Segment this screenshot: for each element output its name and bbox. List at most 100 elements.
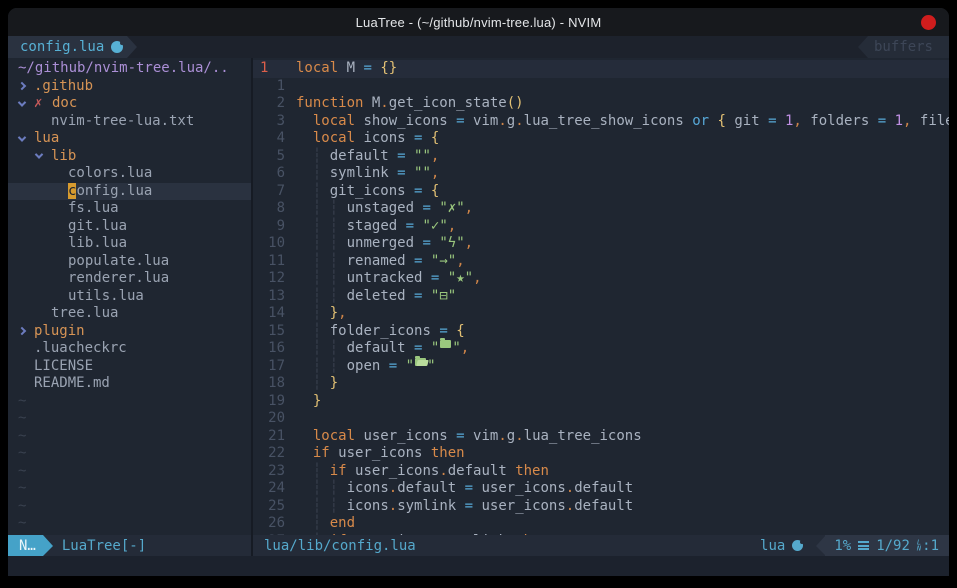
code-line[interactable]: 5 ┆ default = "", [253, 148, 949, 166]
code-token: " [452, 340, 460, 358]
code-line[interactable]: 19 } [253, 393, 949, 411]
empty-line-tilde: ~ [8, 498, 251, 516]
code-token [296, 183, 313, 201]
code-line[interactable]: 7 ┆ git_icons = { [253, 183, 949, 201]
code-token [296, 253, 313, 271]
code-line[interactable]: 4 local icons = { [253, 130, 949, 148]
code-token: 1 [785, 113, 793, 131]
code-token: open [338, 358, 389, 376]
code-token: } [330, 305, 338, 323]
code-line[interactable]: 22 if user_icons then [253, 445, 949, 463]
indent-guide: ┆ [313, 323, 321, 341]
chevron-right-icon [18, 327, 26, 335]
code-token [296, 393, 313, 411]
code-line[interactable]: 2function M.get_icon_state() [253, 95, 949, 113]
mode-indicator: N… [8, 535, 43, 556]
code-line[interactable]: 25 ┆ ┆ icons.symlink = user_icons.defaul… [253, 498, 949, 516]
statusline-separator [251, 535, 253, 556]
code-line[interactable]: 9 ┆ ┆ staged = "✓", [253, 218, 949, 236]
code-token: { [718, 113, 726, 131]
tree-item-fs.lua[interactable]: fs.lua [8, 200, 251, 218]
indent-guide: ┆ [330, 358, 338, 376]
empty-line-tilde: ~ [8, 393, 251, 411]
code-token: "" [414, 148, 431, 166]
code-line[interactable]: 12 ┆ ┆ untracked = "★", [253, 270, 949, 288]
tree-item-.luacheckrc[interactable]: .luacheckrc [8, 340, 251, 358]
code-line[interactable]: 21 local user_icons = vim.g.lua_tree_ico… [253, 428, 949, 446]
line-number: 11 [253, 253, 285, 271]
code-line[interactable]: 6 ┆ symlink = "", [253, 165, 949, 183]
tree-item-populate.lua[interactable]: populate.lua [8, 253, 251, 271]
code-line[interactable]: 1 [253, 78, 949, 96]
tree-item-label: fs.lua [68, 200, 119, 218]
tree-item-config.lua[interactable]: config.lua [8, 183, 251, 201]
code-token: unmerged [338, 235, 422, 253]
editor-pane[interactable]: 1local M = {}12function M.get_icon_state… [253, 58, 949, 535]
code-token: . [566, 498, 574, 516]
code-token [406, 165, 414, 183]
tree-item-label: tree.lua [51, 305, 118, 323]
code-line[interactable]: 20 [253, 410, 949, 428]
code-token [296, 498, 313, 516]
file-tree-pane[interactable]: ~/github/nvim-tree.lua/.. .github✗docnvi… [8, 58, 251, 535]
tree-item-doc[interactable]: ✗doc [8, 95, 251, 113]
code-line[interactable]: 24 ┆ ┆ icons.default = user_icons.defaul… [253, 480, 949, 498]
command-line[interactable] [8, 556, 949, 576]
tree-item-colors.lua[interactable]: colors.lua [8, 165, 251, 183]
tree-item-lib[interactable]: lib [8, 148, 251, 166]
code-token: local [313, 130, 355, 148]
indent-guide: ┆ [330, 480, 338, 498]
code-token: then [431, 445, 465, 463]
code-line[interactable]: 1local M = {} [253, 60, 949, 78]
tree-root-path: ~/github/nvim-tree.lua/.. [8, 60, 251, 78]
tree-item-git.lua[interactable]: git.lua [8, 218, 251, 236]
code-line[interactable]: 26 ┆ end [253, 515, 949, 533]
code-token [296, 445, 313, 463]
code-token: symlink [321, 165, 397, 183]
code-line[interactable]: 13 ┆ ┆ deleted = "⊟" [253, 288, 949, 306]
tree-item-renderer.lua[interactable]: renderer.lua [8, 270, 251, 288]
code-token: deleted [338, 288, 414, 306]
indent-guide: ┆ [313, 288, 321, 306]
code-token [422, 130, 430, 148]
code-line[interactable]: 16 ┆ ┆ default = "", [253, 340, 949, 358]
tree-item-nvim-tree-lua.txt[interactable]: nvim-tree-lua.txt [8, 113, 251, 131]
indent-guide: ┆ [313, 463, 321, 481]
line-number: 25 [253, 498, 285, 516]
code-line[interactable]: 23 ┆ if user_icons.default then [253, 463, 949, 481]
line-number: 23 [253, 463, 285, 481]
tree-item-plugin[interactable]: plugin [8, 323, 251, 341]
code-line[interactable]: 14 ┆ }, [253, 305, 949, 323]
code-line[interactable]: 3 local show_icons = vim.g.lua_tree_show… [253, 113, 949, 131]
code-token: . [566, 480, 574, 498]
tree-item-label: populate.lua [68, 253, 169, 271]
code-token: "ϟ" [439, 235, 464, 253]
code-line[interactable]: 11 ┆ ┆ renamed = "→", [253, 253, 949, 271]
code-token: unstaged [338, 200, 422, 218]
code-token [296, 358, 313, 376]
code-line[interactable]: 18 ┆ } [253, 375, 949, 393]
line-position: 1/92 [876, 538, 910, 554]
buffers-arrow-separator [858, 36, 868, 58]
line-number: 20 [253, 410, 285, 428]
close-button[interactable] [921, 15, 936, 30]
indent-guide: ┆ [330, 200, 338, 218]
code-line[interactable]: 10 ┆ ┆ unmerged = "ϟ", [253, 235, 949, 253]
tree-item-tree.lua[interactable]: tree.lua [8, 305, 251, 323]
buffers-chip[interactable]: buffers [858, 36, 949, 58]
tab-config-lua[interactable]: config.lua [8, 36, 127, 58]
tree-item-README.md[interactable]: README.md [8, 375, 251, 393]
code-line[interactable]: 8 ┆ ┆ unstaged = "✗", [253, 200, 949, 218]
code-token [321, 498, 329, 516]
tree-item-LICENSE[interactable]: LICENSE [8, 358, 251, 376]
code-token: 1 [895, 113, 903, 131]
indent-guide: ┆ [330, 288, 338, 306]
indent-guide: ┆ [330, 340, 338, 358]
code-token: vim [465, 113, 499, 131]
tree-item-.github[interactable]: .github [8, 78, 251, 96]
code-line[interactable]: 17 ┆ ┆ open = "" [253, 358, 949, 376]
code-line[interactable]: 15 ┆ folder_icons = { [253, 323, 949, 341]
tree-item-lib.lua[interactable]: lib.lua [8, 235, 251, 253]
tree-item-lua[interactable]: lua [8, 130, 251, 148]
tree-item-utils.lua[interactable]: utils.lua [8, 288, 251, 306]
